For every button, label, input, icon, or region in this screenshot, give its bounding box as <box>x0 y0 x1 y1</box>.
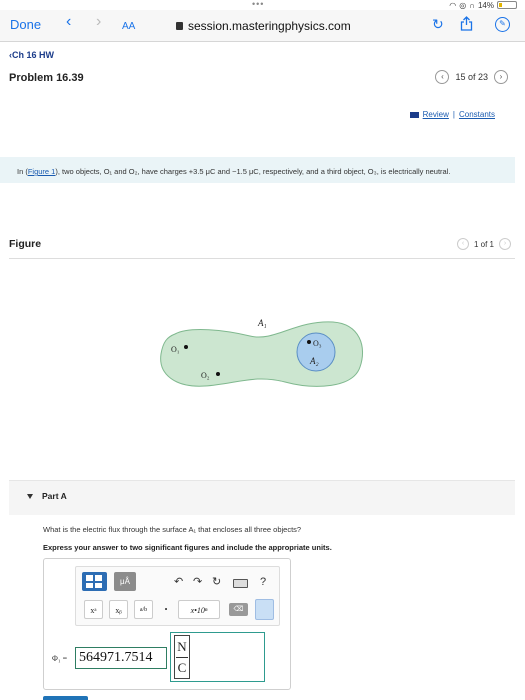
instruction-text: Express your answer to two significant f… <box>43 543 332 552</box>
label-o2: O₂ <box>201 371 210 380</box>
dot-button[interactable]: • <box>160 600 172 619</box>
templates-button[interactable] <box>82 572 107 591</box>
location-icon: ◎ <box>459 0 467 10</box>
constants-link[interactable]: Constants <box>459 110 495 119</box>
unit-numerator: N <box>177 639 187 654</box>
problem-pager: ‹ 15 of 23 › <box>435 70 508 84</box>
next-figure-button[interactable]: › <box>499 238 511 250</box>
label-o1: O₁ <box>171 345 180 354</box>
units-button[interactable]: μÅ <box>114 572 136 591</box>
object-o1-dot <box>184 345 188 349</box>
book-icon <box>409 111 419 118</box>
address-bar[interactable]: session.masteringphysics.com <box>176 19 351 33</box>
part-a-toggle[interactable]: Part A <box>27 491 67 501</box>
figure-heading: Figure <box>9 238 42 250</box>
keyboard-icon[interactable] <box>233 579 248 588</box>
back-chevron-icon[interactable]: ‹ <box>66 14 71 30</box>
unit-fraction: N C <box>174 635 190 679</box>
text-size-button[interactable]: AA <box>122 20 135 34</box>
question-text: What is the electric flux through the su… <box>43 525 302 534</box>
link-separator: | <box>452 110 455 119</box>
help-button[interactable]: ? <box>260 576 266 588</box>
page-title: Problem 16.39 <box>9 72 84 84</box>
multitask-dots-icon[interactable]: ••• <box>252 0 264 9</box>
wifi-icon: ◠ <box>449 0 457 10</box>
browser-toolbar: Done ‹ › AA session.masteringphysics.com… <box>0 10 525 42</box>
unit-denominator: C <box>177 660 187 675</box>
done-button[interactable]: Done <box>10 18 41 32</box>
fraction-bar <box>176 657 188 658</box>
figure-pager: ‹ 1 of 1 › <box>456 238 511 250</box>
label-a1: A₁ <box>257 318 267 328</box>
status-icons: ◠ ◎ ∩ 14% <box>449 0 517 10</box>
undo-icon[interactable]: ↶ <box>174 576 183 588</box>
headphones-icon: ∩ <box>469 0 475 10</box>
problem-page-indicator: 15 of 23 <box>455 72 488 82</box>
share-icon[interactable] <box>460 16 473 34</box>
review-link[interactable]: Review <box>423 110 449 119</box>
next-problem-button[interactable]: › <box>494 70 508 84</box>
redo-icon[interactable]: ↷ <box>193 576 202 588</box>
breadcrumb[interactable]: ‹Ch 16 HW <box>9 50 54 60</box>
answer-unit-field[interactable]: N C <box>170 632 265 682</box>
label-o3: O₃ <box>313 339 322 348</box>
object-o3-dot <box>307 340 311 344</box>
compass-icon[interactable]: ✎ <box>495 17 510 32</box>
subscript-button[interactable]: xᵦ <box>109 600 128 619</box>
divider <box>9 258 515 259</box>
math-toolbar: μÅ ↶ ↷ ↻ ? xᵃ xᵦ a/b • x•10ⁿ ⌫ <box>75 566 280 626</box>
answer-editor: μÅ ↶ ↷ ↻ ? xᵃ xᵦ a/b • x•10ⁿ ⌫ Φ₁ = 5649… <box>43 558 291 690</box>
keyboard-toggle-icon[interactable] <box>255 599 274 620</box>
previous-problem-button[interactable]: ‹ <box>435 70 450 84</box>
answer-value-field[interactable]: 564971.7514 <box>75 647 167 669</box>
status-bar: ••• ◠ ◎ ∩ 14% <box>0 0 525 10</box>
figure-page-indicator: 1 of 1 <box>473 239 494 249</box>
battery-icon <box>497 1 517 9</box>
problem-statement: In (Figure 1), two objects, O₁ and O₂, h… <box>0 157 515 183</box>
label-a2: A₂ <box>309 356 319 366</box>
part-a-title: Part A <box>42 491 67 501</box>
figure-link[interactable]: Figure 1 <box>28 167 56 176</box>
power-button[interactable]: xᵃ <box>84 600 103 619</box>
object-o2-dot <box>216 372 220 376</box>
lock-icon <box>176 22 183 30</box>
resource-links: Review | Constants <box>409 110 495 119</box>
submit-button[interactable] <box>43 696 88 700</box>
forward-chevron-icon[interactable]: › <box>96 14 101 30</box>
battery-percent: 14% <box>477 0 494 10</box>
delete-icon[interactable]: ⌫ <box>229 603 248 616</box>
part-a-header[interactable] <box>9 480 515 515</box>
fraction-button[interactable]: a/b <box>134 600 153 619</box>
answer-symbol: Φ₁ = <box>52 654 68 663</box>
gaussian-surface-figure: A₁ O₁ O₂ O₃ A₂ <box>160 318 364 387</box>
reload-icon[interactable]: ↻ <box>432 17 444 31</box>
collapse-triangle-icon <box>27 493 33 499</box>
reset-icon[interactable]: ↻ <box>212 576 221 588</box>
url-text: session.masteringphysics.com <box>188 19 351 33</box>
scientific-notation-button[interactable]: x•10ⁿ <box>178 600 220 619</box>
previous-figure-button[interactable]: ‹ <box>456 238 469 250</box>
